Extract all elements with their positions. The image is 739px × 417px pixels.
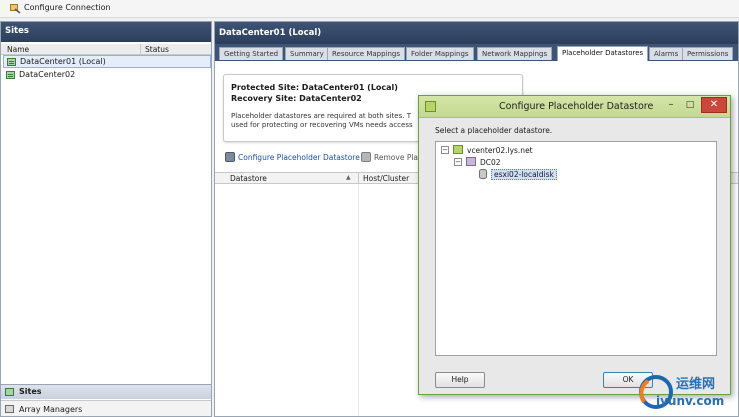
tab-network-mappings[interactable]: Network Mappings — [477, 47, 553, 60]
minimize-button[interactable]: – — [663, 99, 679, 113]
configure-connection-icon[interactable] — [10, 3, 21, 14]
nav-sites[interactable]: Sites — [1, 384, 211, 399]
watermark: 运维网 iyunv.com — [636, 370, 736, 412]
column-host-cluster[interactable]: Host/Cluster — [363, 174, 409, 183]
sites-column-header: Name Status — [1, 44, 211, 55]
site-row-datacenter01[interactable]: DataCenter01 (Local) — [3, 55, 211, 68]
toolbar: Configure Connection — [0, 0, 739, 18]
column-divider[interactable] — [140, 44, 141, 55]
site-label: DataCenter01 (Local) — [20, 57, 106, 66]
tab-placeholder-datastores[interactable]: Placeholder Datastores — [557, 46, 649, 61]
dialog-prompt: Select a placeholder datastore. — [435, 126, 553, 135]
site-label: DataCenter02 — [19, 70, 76, 79]
column-datastore[interactable]: Datastore — [230, 174, 267, 183]
tab-alarms[interactable]: Alarms — [649, 47, 684, 60]
dialog-title-bar[interactable]: Configure Placeholder Datastore – □ ✕ — [419, 96, 730, 118]
array-manager-icon — [5, 405, 14, 413]
nav-sites-label: Sites — [19, 387, 42, 396]
tree-node-vcenter-label: vcenter02.lys.net — [467, 146, 533, 155]
site-detail-header: DataCenter01 (Local) — [215, 22, 738, 44]
tab-summary[interactable]: Summary — [285, 47, 329, 60]
sites-panel-header: Sites — [1, 22, 211, 42]
nav-array-managers-label: Array Managers — [19, 405, 83, 414]
tab-folder-mappings[interactable]: Folder Mappings — [406, 47, 474, 60]
configure-placeholder-datastore-label: Configure Placeholder Datastore — [238, 153, 360, 162]
dialog-title: Configure Placeholder Datastore — [499, 101, 654, 112]
datastore-icon — [479, 169, 487, 179]
datacenter-icon — [466, 157, 476, 166]
datastore-remove-icon — [361, 152, 371, 162]
description-line-1: Placeholder datastores are required at b… — [231, 112, 411, 120]
site-icon — [6, 71, 15, 79]
datastore-add-icon — [225, 152, 235, 162]
configure-connection-button[interactable]: Configure Connection — [24, 3, 111, 12]
grid-column-line — [358, 184, 359, 416]
column-name[interactable]: Name — [7, 45, 29, 54]
tree-node-datastore-label: esxi02-localdisk — [491, 169, 557, 180]
collapse-icon[interactable]: − — [454, 158, 462, 166]
column-divider[interactable] — [358, 173, 359, 184]
site-row-datacenter02[interactable]: DataCenter02 — [3, 69, 211, 82]
datastore-tree[interactable]: − vcenter02.lys.net − DC02 esxi02-locald… — [435, 141, 717, 356]
column-status[interactable]: Status — [145, 45, 169, 54]
protected-site-label: Protected Site: DataCenter01 (Local) — [231, 83, 398, 92]
watermark-text-domain: iyunv.com — [656, 394, 725, 408]
help-button[interactable]: Help — [435, 372, 485, 388]
site-icon — [7, 58, 16, 66]
tab-resource-mappings[interactable]: Resource Mappings — [327, 47, 406, 60]
tab-permissions[interactable]: Permissions — [682, 47, 734, 60]
sites-icon — [5, 388, 14, 396]
watermark-text-cn: 运维网 — [676, 377, 716, 392]
maximize-button[interactable]: □ — [682, 99, 698, 113]
sites-panel: Sites Name Status DataCenter01 (Local) D… — [0, 21, 212, 417]
close-button[interactable]: ✕ — [701, 97, 727, 113]
description-line-2: used for protecting or recovering VMs ne… — [231, 121, 413, 129]
sort-indicator-icon[interactable]: ▲ — [346, 174, 351, 181]
tab-getting-started[interactable]: Getting Started — [219, 47, 284, 60]
recovery-site-label: Recovery Site: DataCenter02 — [231, 94, 362, 103]
tree-node-datacenter-label: DC02 — [480, 158, 501, 167]
dialog-app-icon — [425, 101, 436, 112]
collapse-icon[interactable]: − — [441, 146, 449, 154]
tab-bar: Getting Started Summary Resource Mapping… — [215, 44, 738, 61]
vcenter-icon — [453, 145, 463, 154]
configure-placeholder-datastore-dialog: Configure Placeholder Datastore – □ ✕ Se… — [418, 95, 731, 395]
nav-array-managers[interactable]: Array Managers — [1, 400, 211, 416]
